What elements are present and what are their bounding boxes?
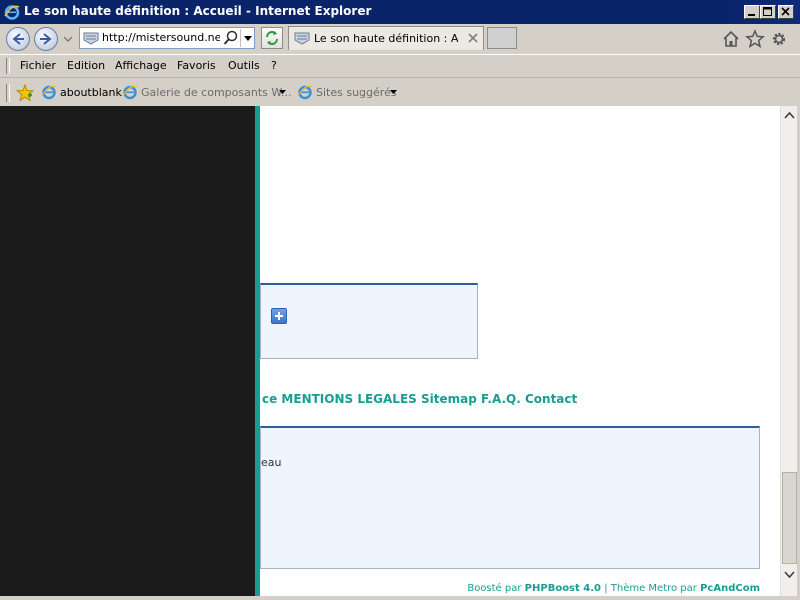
expand-button[interactable] <box>271 308 287 324</box>
close-button[interactable] <box>778 5 794 19</box>
navigation-bar: http://mistersound.net/| Le son haute dé… <box>0 24 800 54</box>
credits-theme-by: Thème Metro par <box>610 583 697 594</box>
search-icon[interactable] <box>223 30 239 46</box>
minimize-icon <box>748 14 755 16</box>
back-button[interactable] <box>6 27 30 51</box>
dark-side-panel <box>0 106 255 596</box>
menu-fichier[interactable]: Fichier <box>20 59 56 72</box>
menu-outils[interactable]: Outils <box>228 59 260 72</box>
content-panel: eau <box>260 426 760 569</box>
ie-page-icon <box>41 85 57 100</box>
footer-credits: Boosté par PHPBoost 4.0 | Thème Metro pa… <box>467 583 760 594</box>
menu-bar: Fichier Edition Affichage Favoris Outils… <box>0 54 800 77</box>
scroll-down-icon[interactable] <box>781 566 798 582</box>
favorite-link-sites-suggeres[interactable]: Sites suggérés <box>316 86 397 99</box>
tab-favicon-icon <box>294 32 310 45</box>
address-dropdown[interactable] <box>240 29 255 47</box>
window-titlebar: Le son haute définition : Accueil - Inte… <box>0 0 800 24</box>
favorites-bar: aboutblank Galerie de composants W... Si… <box>0 77 800 107</box>
favorites-star-icon[interactable] <box>745 29 765 49</box>
back-arrow-icon <box>12 33 24 45</box>
maximize-icon <box>763 7 772 16</box>
credits-boosted-by: Boosté par <box>467 583 522 594</box>
menu-favoris[interactable]: Favoris <box>177 59 216 72</box>
tab-title: Le son haute définition : Acc... <box>314 32 459 45</box>
chevron-down-icon[interactable] <box>390 90 397 95</box>
ie-page-icon <box>297 85 313 100</box>
credits-author-link[interactable]: PcAndCom <box>700 583 760 594</box>
new-tab-button[interactable] <box>487 27 517 49</box>
favorites-add-icon[interactable] <box>16 84 34 102</box>
plus-icon <box>275 312 283 320</box>
tab-current[interactable]: Le son haute définition : Acc... <box>288 26 484 50</box>
refresh-button[interactable] <box>261 27 283 49</box>
address-bar[interactable]: http://mistersound.net/| <box>79 27 255 49</box>
page-viewport: ce MENTIONS LEGALES Sitemap F.A.Q. Conta… <box>0 106 780 596</box>
chevron-down-icon[interactable] <box>279 90 286 95</box>
window-title: Le son haute définition : Accueil - Inte… <box>24 4 372 18</box>
scrollbar-thumb[interactable] <box>782 472 797 564</box>
minimize-button[interactable] <box>744 5 760 19</box>
menu-edition[interactable]: Edition <box>67 59 105 72</box>
favorite-link-aboutblank[interactable]: aboutblank <box>60 86 122 99</box>
tools-gear-icon[interactable] <box>769 29 789 49</box>
panel-text: eau <box>261 456 282 469</box>
scroll-up-icon[interactable] <box>781 108 798 124</box>
menu-affichage[interactable]: Affichage <box>115 59 167 72</box>
page-favicon-icon <box>83 32 99 45</box>
favorite-link-galerie[interactable]: Galerie de composants W... <box>141 86 291 99</box>
refresh-icon <box>266 31 278 45</box>
address-url[interactable]: http://mistersound.net/| <box>102 31 220 44</box>
tab-close-icon[interactable] <box>467 32 479 44</box>
history-dropdown-icon[interactable] <box>64 35 72 43</box>
menubar-grip <box>6 58 10 74</box>
ie-page-icon <box>122 85 138 100</box>
internet-explorer-icon <box>4 5 20 20</box>
close-icon <box>781 7 790 16</box>
credits-engine-link[interactable]: PHPBoost 4.0 <box>525 583 601 594</box>
favbar-grip <box>6 84 10 102</box>
home-icon[interactable] <box>721 29 741 49</box>
footer-links[interactable]: ce MENTIONS LEGALES Sitemap F.A.Q. Conta… <box>262 392 577 406</box>
chevron-down-icon <box>244 36 252 41</box>
menu-help[interactable]: ? <box>271 59 277 72</box>
vertical-scrollbar[interactable] <box>780 106 798 596</box>
forward-button[interactable] <box>34 27 58 51</box>
content-block <box>260 283 478 359</box>
forward-arrow-icon <box>40 33 52 45</box>
maximize-button[interactable] <box>760 5 776 19</box>
window-frame-bottom <box>0 596 800 600</box>
credits-separator: | <box>604 583 608 594</box>
